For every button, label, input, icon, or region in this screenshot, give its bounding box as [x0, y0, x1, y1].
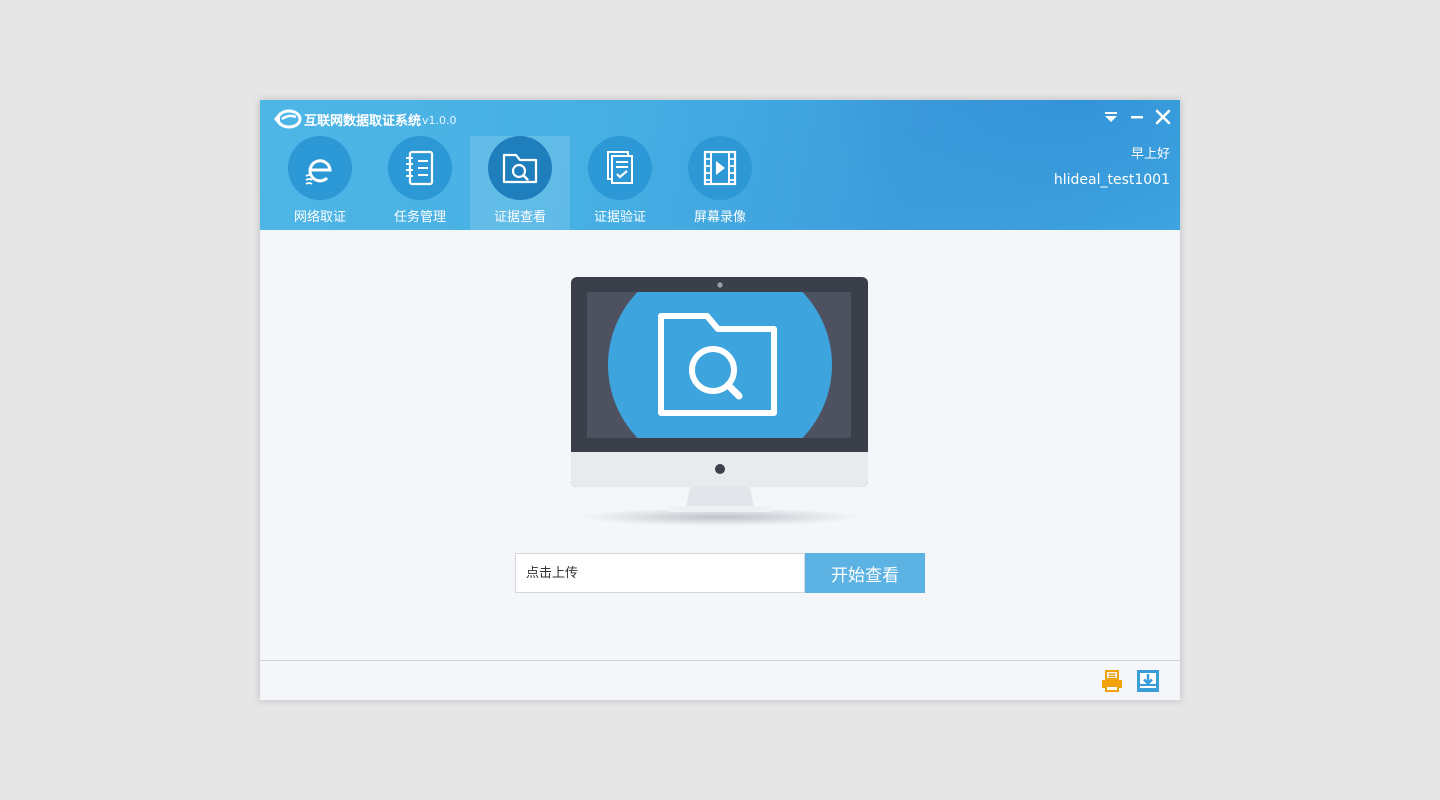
app-title: 互联网数据取证系统 [304, 113, 422, 129]
nav-item-screen-record[interactable]: 屏幕录像 [670, 136, 770, 230]
nav-item-task-management[interactable]: 任务管理 [370, 136, 470, 230]
notebook-icon [388, 136, 452, 200]
footer-bar [260, 660, 1180, 700]
title-bar: 互联网数据取证系统 v1.0.0 [270, 108, 457, 130]
printer-icon[interactable] [1100, 669, 1124, 693]
nav-label: 任务管理 [393, 210, 446, 225]
nav-item-evidence-verify[interactable]: 证据验证 [570, 136, 670, 230]
user-info: 早上好 hlideal_test1001 [1054, 146, 1170, 189]
minimize-icon[interactable] [1128, 108, 1146, 126]
start-view-button[interactable]: 开始查看 [805, 553, 925, 593]
nav-label: 证据查看 [493, 210, 546, 225]
main-content: 开始查看 [260, 230, 1180, 660]
app-window: 互联网数据取证系统 v1.0.0 网络取证 任务管理 证据查看 证据验证 屏幕录… [260, 100, 1180, 700]
close-icon[interactable] [1154, 108, 1172, 126]
upload-row: 开始查看 [515, 553, 925, 593]
app-logo-icon [274, 109, 302, 129]
window-controls [1102, 108, 1172, 126]
header-bar: 互联网数据取证系统 v1.0.0 网络取证 任务管理 证据查看 证据验证 屏幕录… [260, 100, 1180, 230]
nav-label: 网络取证 [293, 210, 346, 225]
nav-item-evidence-view[interactable]: 证据查看 [470, 136, 570, 230]
folder-search-icon [488, 136, 552, 200]
footer-icons [1100, 669, 1160, 693]
download-icon[interactable] [1136, 669, 1160, 693]
film-play-icon [688, 136, 752, 200]
main-nav: 网络取证 任务管理 证据查看 证据验证 屏幕录像 [270, 136, 770, 230]
monitor-folder-search-icon [571, 277, 868, 526]
document-check-icon [588, 136, 652, 200]
dropdown-menu-icon[interactable] [1102, 108, 1120, 126]
username-text: hlideal_test1001 [1053, 172, 1170, 188]
nav-item-network-forensics[interactable]: 网络取证 [270, 136, 370, 230]
nav-label: 屏幕录像 [693, 210, 746, 225]
upload-input[interactable] [515, 553, 805, 593]
nav-label: 证据验证 [593, 210, 646, 225]
ie-browser-icon [288, 136, 352, 200]
app-version: v1.0.0 [422, 114, 457, 127]
greeting-text: 早上好 [1130, 147, 1170, 162]
